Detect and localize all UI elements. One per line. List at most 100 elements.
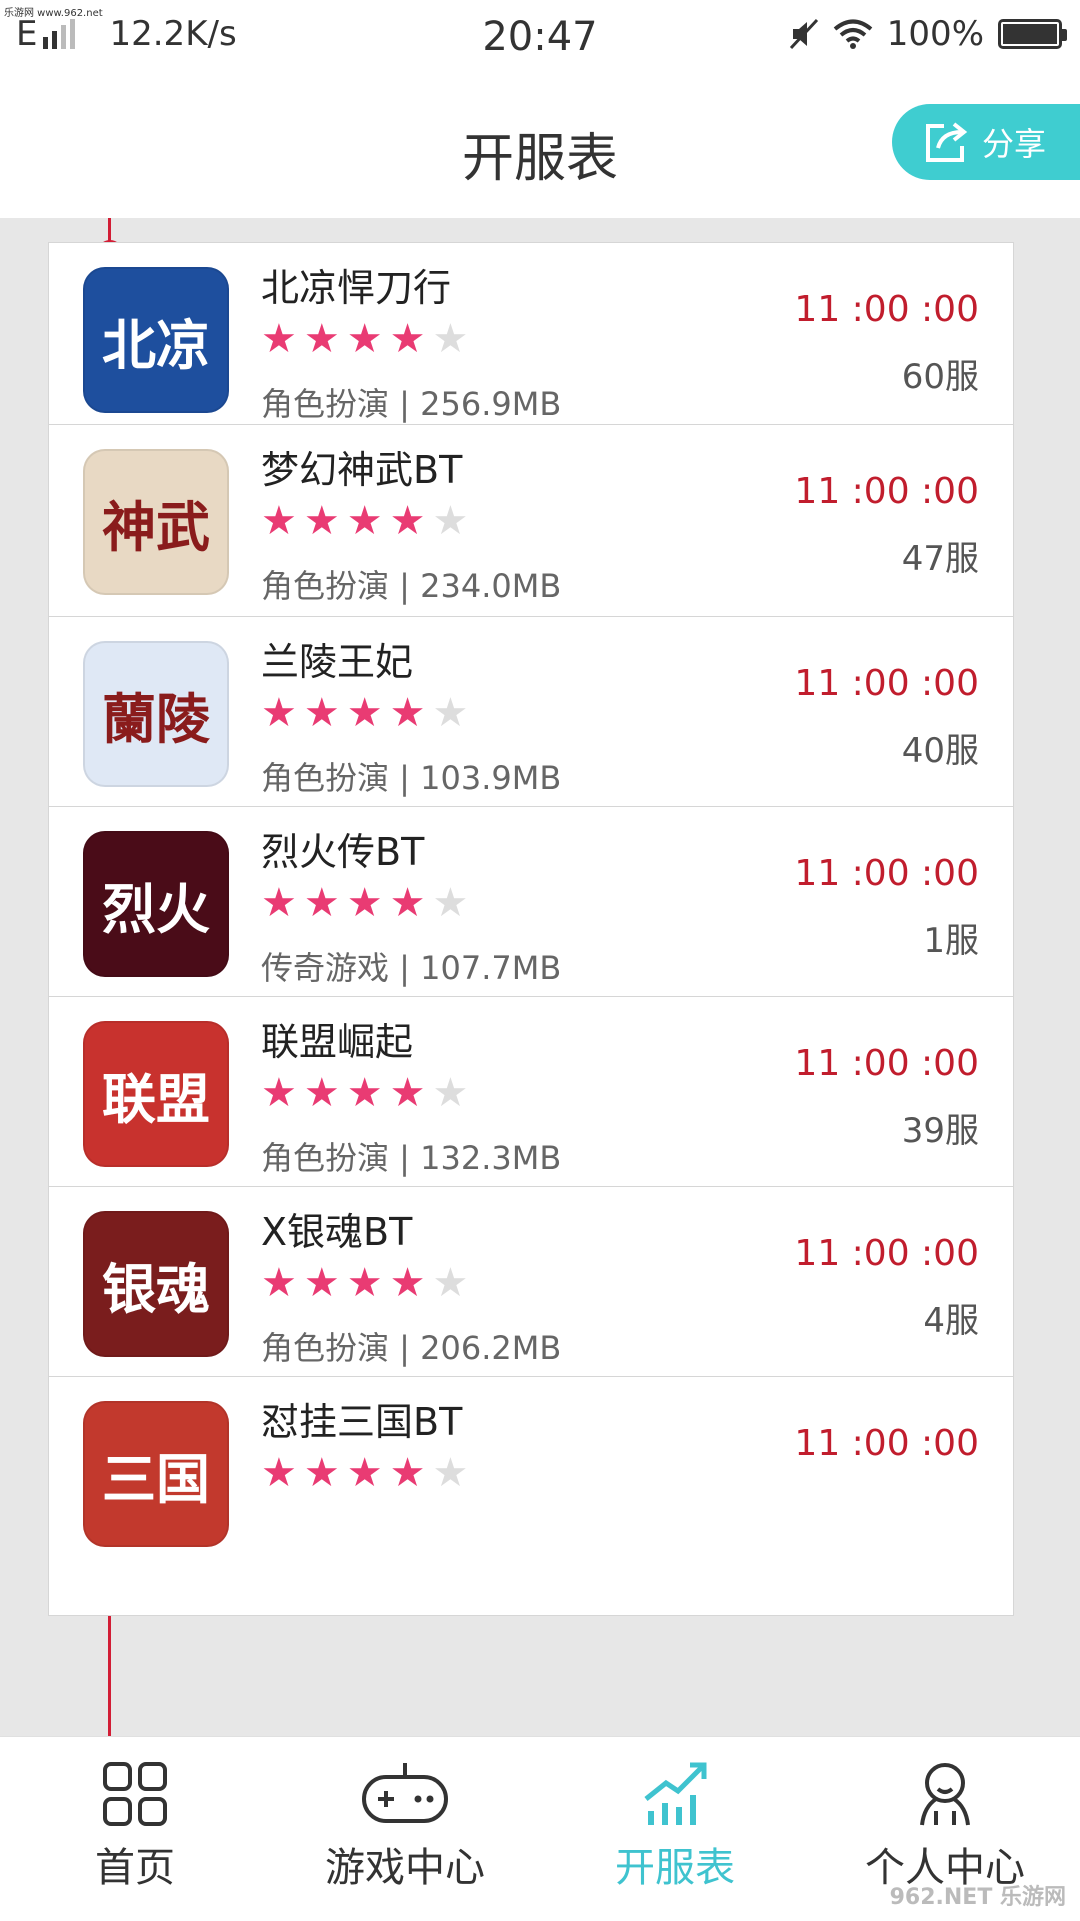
open-time: 11 :00 :00 xyxy=(794,853,979,894)
star-filled-icon: ★ xyxy=(389,880,426,926)
rating-stars: ★ ★ ★ ★ ★ xyxy=(261,1073,475,1113)
star-filled-icon: ★ xyxy=(389,498,426,544)
star-filled-icon: ★ xyxy=(389,1260,426,1306)
star-filled-icon: ★ xyxy=(261,1450,297,1496)
open-time: 11 :00 :00 xyxy=(794,1233,979,1274)
nav-game-center-label: 游戏中心 xyxy=(325,1845,485,1891)
star-filled-icon: ★ xyxy=(303,498,340,544)
star-empty-icon: ★ xyxy=(432,1070,469,1116)
rating-stars: ★ ★ ★ ★ ★ xyxy=(261,501,475,541)
star-filled-icon: ★ xyxy=(261,1070,297,1116)
star-filled-icon: ★ xyxy=(389,690,426,736)
game-name: 梦幻神武BT xyxy=(261,448,463,492)
star-empty-icon: ★ xyxy=(432,690,469,736)
game-name: 烈火传BT xyxy=(261,830,425,874)
server-number: 39服 xyxy=(901,1111,979,1151)
star-empty-icon: ★ xyxy=(432,498,469,544)
server-number: 4服 xyxy=(923,1301,979,1341)
star-filled-icon: ★ xyxy=(346,880,383,926)
game-card[interactable]: 三国 怼挂三国BT ★ ★ ★ ★ ★ 11 :00 :00 xyxy=(48,1376,1014,1616)
game-card[interactable]: 联盟 联盟崛起 ★ ★ ★ ★ ★ 角色扮演 | 132.3MB 11 :00 :00 39服 xyxy=(48,996,1014,1190)
bottom-nav: 首页 游戏中心 开服表 个人中心 962.NET 乐游网 xyxy=(0,1736,1080,1921)
game-name: 北凉悍刀行 xyxy=(261,266,452,310)
rating-stars: ★ ★ ★ ★ ★ xyxy=(261,693,475,733)
star-empty-icon: ★ xyxy=(432,316,469,362)
star-filled-icon: ★ xyxy=(303,880,340,926)
game-meta: 角色扮演 | 234.0MB xyxy=(261,567,562,605)
game-meta: 传奇游戏 | 107.7MB xyxy=(261,949,562,987)
rating-stars: ★ ★ ★ ★ ★ xyxy=(261,883,475,923)
rating-stars: ★ ★ ★ ★ ★ xyxy=(261,319,475,359)
header: 开服表 分享 xyxy=(0,76,1080,218)
server-number: 1服 xyxy=(923,921,979,961)
open-time: 11 :00 :00 xyxy=(794,663,979,704)
nav-game-center[interactable]: 游戏中心 xyxy=(270,1737,540,1921)
server-number: 60服 xyxy=(901,357,979,397)
game-meta: 角色扮演 | 206.2MB xyxy=(261,1329,562,1367)
nav-home[interactable]: 首页 xyxy=(0,1737,270,1921)
mute-icon xyxy=(789,18,818,50)
wifi-icon xyxy=(833,19,873,49)
open-time: 11 :00 :00 xyxy=(794,289,979,330)
game-icon[interactable]: 神武 xyxy=(83,449,229,595)
game-icon[interactable]: 蘭陵 xyxy=(83,641,229,787)
home-grid-icon xyxy=(103,1762,167,1826)
share-label: 分享 xyxy=(982,125,1047,163)
star-filled-icon: ★ xyxy=(346,1450,383,1496)
star-filled-icon: ★ xyxy=(261,316,297,362)
game-card[interactable]: 蘭陵 兰陵王妃 ★ ★ ★ ★ ★ 角色扮演 | 103.9MB 11 :00 :00 40服 xyxy=(48,616,1014,810)
game-meta: 角色扮演 | 132.3MB xyxy=(261,1139,562,1177)
open-time: 11 :00 :00 xyxy=(794,471,979,512)
star-empty-icon: ★ xyxy=(432,1260,469,1306)
game-meta: 角色扮演 | 256.9MB xyxy=(261,385,562,423)
game-meta: 角色扮演 | 103.9MB xyxy=(261,759,562,797)
star-filled-icon: ★ xyxy=(346,316,383,362)
game-name: X银魂BT xyxy=(261,1210,413,1254)
game-name: 兰陵王妃 xyxy=(261,640,414,684)
share-button[interactable]: 分享 xyxy=(892,104,1080,180)
game-icon[interactable]: 烈火 xyxy=(83,831,229,977)
star-filled-icon: ★ xyxy=(389,1450,426,1496)
star-filled-icon: ★ xyxy=(346,690,383,736)
star-filled-icon: ★ xyxy=(261,880,297,926)
rating-stars: ★ ★ ★ ★ ★ xyxy=(261,1453,475,1493)
star-filled-icon: ★ xyxy=(303,316,340,362)
star-filled-icon: ★ xyxy=(261,498,297,544)
game-card[interactable]: 银魂 X银魂BT ★ ★ ★ ★ ★ 角色扮演 | 206.2MB 11 :00 :00 4服 xyxy=(48,1186,1014,1380)
chart-trend-icon xyxy=(644,1762,707,1825)
nav-server-table-label: 开服表 xyxy=(615,1845,735,1891)
game-icon[interactable]: 北凉 xyxy=(83,267,229,413)
nav-server-table[interactable]: 开服表 xyxy=(540,1737,810,1921)
nav-home-label: 首页 xyxy=(95,1845,175,1891)
game-icon[interactable]: 联盟 xyxy=(83,1021,229,1167)
status-right: 100% xyxy=(789,14,1067,54)
game-name: 怼挂三国BT xyxy=(261,1400,463,1444)
star-filled-icon: ★ xyxy=(346,498,383,544)
game-card[interactable]: 北凉 北凉悍刀行 ★ ★ ★ ★ ★ 角色扮演 | 256.9MB 11 :00 :00 60服 xyxy=(48,242,1014,436)
game-icon[interactable]: 三国 xyxy=(83,1401,229,1547)
star-filled-icon: ★ xyxy=(303,1450,340,1496)
game-card[interactable]: 神武 梦幻神武BT ★ ★ ★ ★ ★ 角色扮演 | 234.0MB 11 :00 :00 47服 xyxy=(48,424,1014,618)
open-time: 11 :00 :00 xyxy=(794,1043,979,1084)
star-filled-icon: ★ xyxy=(346,1070,383,1116)
battery-percent: 100% xyxy=(886,14,984,54)
game-icon[interactable]: 银魂 xyxy=(83,1211,229,1357)
star-filled-icon: ★ xyxy=(303,1070,340,1116)
star-empty-icon: ★ xyxy=(432,880,469,926)
game-name: 联盟崛起 xyxy=(261,1020,414,1064)
star-filled-icon: ★ xyxy=(261,690,297,736)
user-icon xyxy=(920,1763,970,1826)
rating-stars: ★ ★ ★ ★ ★ xyxy=(261,1263,475,1303)
star-filled-icon: ★ xyxy=(303,1260,340,1306)
star-filled-icon: ★ xyxy=(261,1260,297,1306)
watermark-bottom: 962.NET 乐游网 xyxy=(889,1885,1066,1910)
status-bar: 乐游网 www.962.net E 12.2K/s 20:47 100% xyxy=(0,0,1080,76)
star-filled-icon: ★ xyxy=(389,1070,426,1116)
server-list[interactable]: 今天 北凉北凉悍刀行★★★★★角色扮演 | 256.9MB11 :00 :006… xyxy=(0,218,1080,1736)
server-number: 47服 xyxy=(901,539,979,579)
star-filled-icon: ★ xyxy=(389,316,426,362)
star-filled-icon: ★ xyxy=(346,1260,383,1306)
game-card[interactable]: 烈火 烈火传BT ★ ★ ★ ★ ★ 传奇游戏 | 107.7MB 11 :00 :00 1服 xyxy=(48,806,1014,1000)
server-number: 40服 xyxy=(901,731,979,771)
gamepad-icon xyxy=(362,1763,448,1823)
